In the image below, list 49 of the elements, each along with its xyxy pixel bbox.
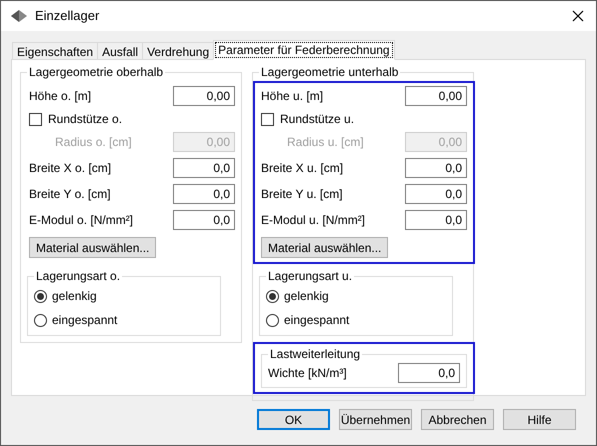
radio-label: eingespannt bbox=[52, 312, 118, 329]
material-button[interactable]: Material auswählen... bbox=[29, 237, 156, 258]
group-title: Lagerungsart u. bbox=[266, 269, 354, 283]
dialog-button[interactable]: Hilfe bbox=[503, 409, 576, 430]
group-title: Lagergeometrie unterhalb bbox=[259, 65, 400, 79]
radio-label: eingespannt bbox=[284, 312, 350, 329]
number-field[interactable]: 0,0 bbox=[405, 184, 467, 204]
radio-button[interactable] bbox=[34, 290, 47, 302]
tab[interactable]: Eigenschaften bbox=[12, 42, 98, 60]
checkbox-label: Rundstütze u. bbox=[280, 111, 354, 128]
field-label: E-Modul u. [N/mm²] bbox=[261, 212, 366, 229]
number-field[interactable]: 0,00 bbox=[405, 86, 467, 106]
field-label: Höhe u. [m] bbox=[261, 88, 324, 105]
number-field[interactable]: 0,0 bbox=[173, 184, 235, 204]
group-title: Lagerungsart o. bbox=[34, 269, 122, 283]
field-label: Radius o. [cm] bbox=[54, 134, 132, 151]
field-label: E-Modul o. [N/mm²] bbox=[29, 212, 134, 229]
field-label: Radius u. [cm] bbox=[286, 134, 364, 151]
number-field[interactable]: 0,0 bbox=[405, 210, 467, 230]
radio-button[interactable] bbox=[266, 290, 279, 302]
radio-button[interactable] bbox=[266, 314, 279, 326]
field-label: Wichte [kN/m³] bbox=[268, 365, 347, 382]
radio-label: gelenkig bbox=[284, 288, 329, 305]
number-field[interactable]: 0,0 bbox=[398, 363, 460, 383]
field-label: Breite Y o. [cm] bbox=[29, 186, 111, 203]
number-field[interactable]: 0,0 bbox=[173, 158, 235, 178]
field-label: Breite X o. [cm] bbox=[29, 160, 112, 177]
number-field[interactable]: 0,0 bbox=[405, 158, 467, 178]
dialog-button[interactable]: Übernehmen bbox=[339, 409, 412, 430]
checkbox-label: Rundstütze o. bbox=[48, 111, 122, 128]
close-icon[interactable] bbox=[572, 10, 584, 22]
checkbox[interactable] bbox=[261, 112, 274, 126]
field-label: Breite Y u. [cm] bbox=[261, 186, 343, 203]
radio-label: gelenkig bbox=[52, 288, 97, 305]
group-title: Lastweiterleitung bbox=[268, 347, 362, 361]
tab[interactable]: Parameter für Federberechnung bbox=[213, 40, 395, 60]
dialog-button[interactable]: Abbrechen bbox=[421, 409, 494, 430]
window-title: Einzellager bbox=[35, 7, 100, 26]
field-label: Breite X u. [cm] bbox=[261, 160, 344, 177]
dialog-button[interactable]: OK bbox=[257, 409, 330, 430]
diamond-icon bbox=[11, 10, 27, 22]
number-field[interactable]: 0,00 bbox=[173, 86, 235, 106]
material-button[interactable]: Material auswählen... bbox=[261, 237, 388, 258]
checkbox[interactable] bbox=[29, 112, 42, 126]
group-title: Lagergeometrie oberhalb bbox=[27, 65, 166, 79]
number-field[interactable]: 0,0 bbox=[173, 210, 235, 230]
tab[interactable]: Verdrehung bbox=[142, 42, 214, 60]
radio-button[interactable] bbox=[34, 314, 47, 326]
field-label: Höhe o. [m] bbox=[29, 88, 92, 105]
